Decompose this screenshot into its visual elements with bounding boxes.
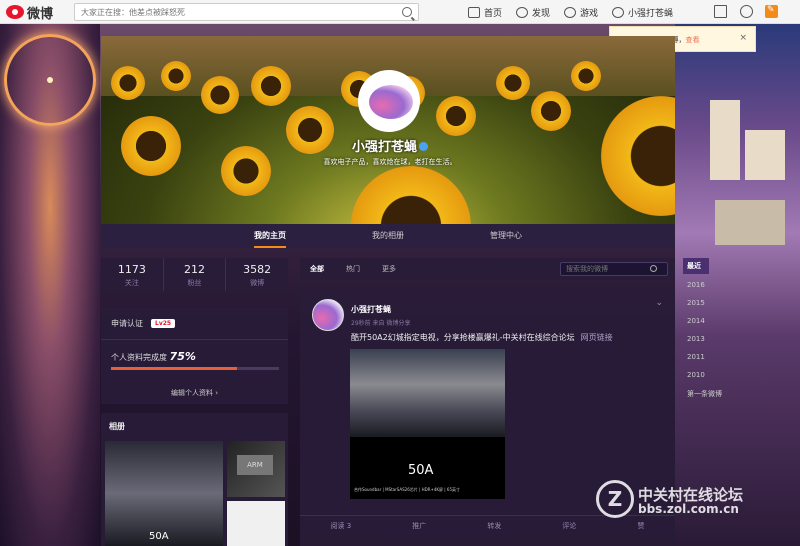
repost-button[interactable]: 转发 [487,521,501,531]
year-item[interactable]: 2015 [683,296,743,310]
ferris-wheel-graphic [4,34,96,126]
year-item[interactable]: 2013 [683,332,743,346]
like-button[interactable]: 赞 [637,521,644,531]
post-text: 酷开50A2幻城指定电视，分享抢楼赢爆礼-中关村在线综合论坛 网页链接 [351,333,613,342]
post-web-link[interactable]: 网页链接 [581,333,613,342]
album-photo[interactable] [227,501,285,546]
gamepad-icon [564,6,577,18]
sunflower [201,76,239,114]
year-item[interactable]: 2014 [683,314,743,328]
stat-posts[interactable]: 3582 微博 [226,258,288,291]
watermark-line2: bbs.zol.com.cn [638,502,739,516]
home-icon [468,6,480,18]
sunflower [221,146,271,196]
stats-panel: 1173 关注 212 粉丝 3582 微博 [101,258,288,291]
weibo-logo[interactable]: 微博 [6,3,53,22]
completion-bar-fill [111,367,237,370]
nav-discover[interactable]: 发现 [516,6,550,19]
weibo-eye-icon [6,5,24,19]
album-photo[interactable]: ARM [227,441,285,497]
certification-panel: 申请认证 Lv25 个人资料完成度 75% 编辑个人资料 › [101,308,288,404]
promote-button[interactable]: 推广 [412,521,426,531]
read-count: 阅读 3 [330,521,352,530]
sunflower [111,66,145,100]
post-image-subtitle: 合作Soundbar | MStarSAS26芯片 | HDR+4K屏 | 65… [354,487,461,492]
top-nav-links: 首页 发现 游戏 小强打苍蝇 [468,0,673,24]
sunflower [121,116,181,176]
global-search-box [74,3,419,21]
compass-icon [516,6,529,18]
castle-graphic [690,70,790,250]
sunflower [286,106,334,154]
post-author-name[interactable]: 小强打苍蝇 [351,304,391,315]
sunflower [571,61,601,91]
user-icon [612,6,625,18]
album-title: 相册 [109,422,125,431]
completion-bar [111,367,279,370]
nav-home[interactable]: 首页 [468,6,502,19]
profile-description: 喜欢电子产品，喜欢炝在球，老打在生活。 [323,158,457,166]
profile-tabs: 我的主页 我的相册 管理中心 [101,224,675,248]
feed-tab-hot[interactable]: 热门 [346,264,360,274]
post-image-title: 50A [408,463,434,478]
post-image[interactable]: 50A 合作Soundbar | MStarSAS26芯片 | HDR+4K屏 … [350,349,505,499]
feed-search-box [560,262,668,276]
zol-logo: Z [596,480,634,518]
stat-followers[interactable]: 212 粉丝 [164,258,227,291]
nav-user[interactable]: 小强打苍蝇 [612,6,673,19]
post-image-scene [350,349,505,437]
year-item[interactable]: 2011 [683,350,743,364]
edit-profile-link[interactable]: 编辑个人资料 › [111,388,278,398]
feed-tab-all[interactable]: 全部 [310,264,324,274]
sunflower [251,66,291,106]
sunflower [351,166,471,224]
tab-my-home[interactable]: 我的主页 [254,224,286,248]
profile-avatar[interactable] [358,70,420,132]
year-recent[interactable]: 最近 [683,258,709,274]
tab-my-album[interactable]: 我的相册 [372,224,404,248]
notification-view-link[interactable]: 查看 [685,36,699,44]
post-meta: 29秒前 来自 微博分享 [351,320,411,327]
sunflower [601,96,675,216]
search-icon[interactable] [402,7,412,17]
comment-button[interactable]: 评论 [562,521,576,531]
search-icon[interactable] [650,265,657,272]
feed-filter-bar: 全部 热门 更多 [300,258,675,280]
year-item[interactable]: 第一条微博 [683,386,743,402]
nav-games[interactable]: 游戏 [564,6,598,19]
apply-certification-link[interactable]: 申请认证 [111,318,143,329]
chevron-down-icon[interactable]: ⌄ [655,298,663,308]
feed-tab-more[interactable]: 更多 [382,264,396,274]
timeline-years: 最近 2016 2015 2014 2013 2011 2010 第一条微博 [683,258,743,402]
sunflower [161,61,191,91]
album-panel: 相册 50A ARM [101,413,288,546]
global-search-input[interactable] [75,4,395,20]
year-item[interactable]: 2010 [683,368,743,382]
arm-chip: ARM [237,455,273,475]
album-photo[interactable]: 50A [105,441,223,546]
sunflower [531,91,571,131]
level-badge[interactable]: Lv25 [151,319,176,328]
top-navigation-bar: 微博 首页 发现 游戏 小强打苍蝇 [0,0,800,24]
gear-icon[interactable] [740,5,753,18]
post-actions: 阅读 3 推广 转发 评论 赞 [300,515,675,535]
verified-badge-icon [419,142,428,151]
profile-completion: 个人资料完成度 75% [111,350,196,363]
edit-icon[interactable] [765,5,778,18]
post-author-avatar[interactable] [312,299,344,331]
divider [101,339,288,340]
year-item[interactable]: 2016 [683,278,743,292]
sunflower [496,66,530,100]
tab-management[interactable]: 管理中心 [490,224,522,248]
feed-search-input[interactable] [561,263,651,275]
close-icon[interactable]: × [739,33,747,43]
sunflower [436,96,476,136]
stat-following[interactable]: 1173 关注 [101,258,164,291]
profile-name: 小强打苍蝇 [340,136,440,155]
mail-icon[interactable] [714,5,727,18]
